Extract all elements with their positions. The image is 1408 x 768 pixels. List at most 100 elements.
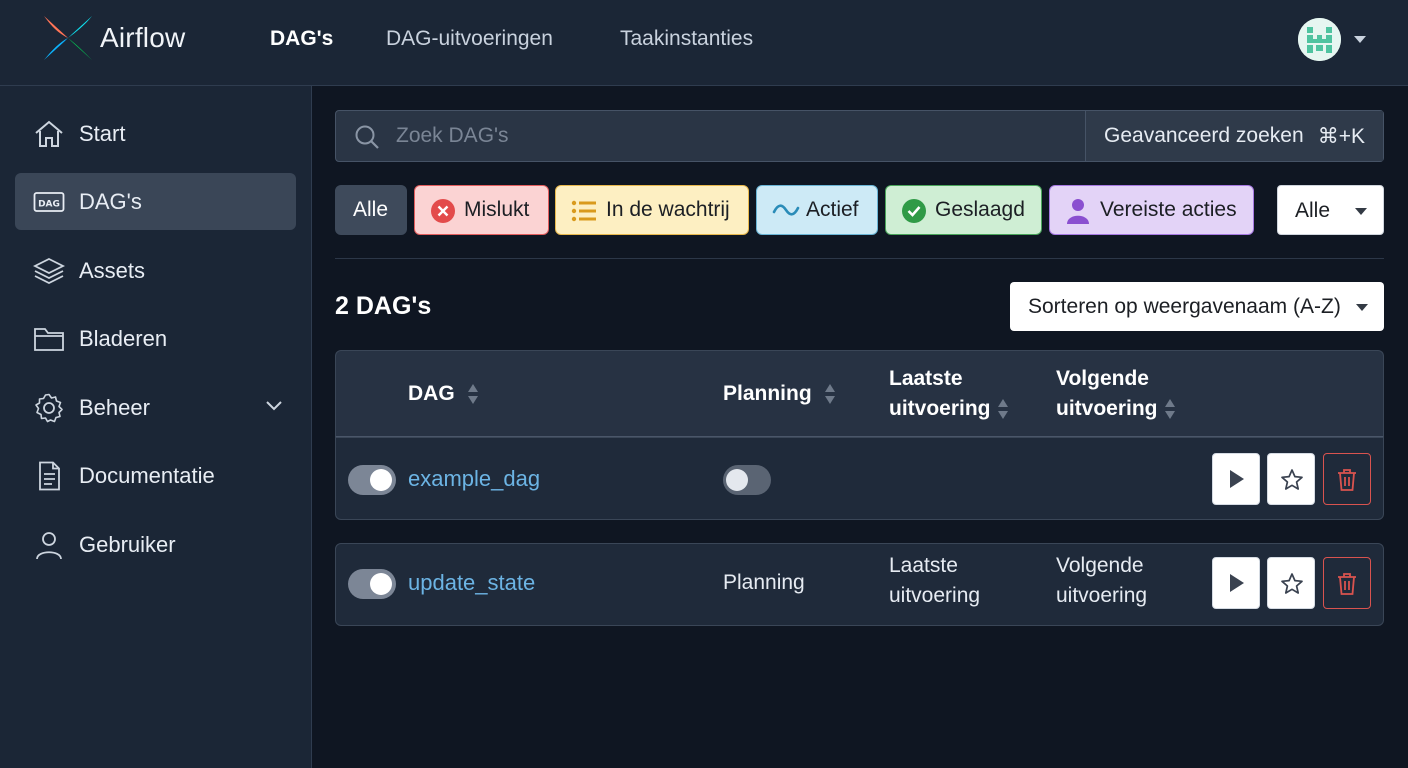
nav-task-instances[interactable]: Taakinstanties [620,27,753,51]
advanced-search-label: Geavanceerd zoeken [1104,124,1304,147]
play-icon [1230,574,1244,592]
trash-icon [1338,573,1356,595]
chevron-down-icon [1355,208,1367,215]
user-icon [36,532,62,560]
user-avatar-icon [1298,18,1341,61]
layers-icon [33,257,65,285]
user-avatar[interactable] [1298,18,1341,61]
dag-enable-toggle[interactable] [348,465,396,495]
sidebar-item-admin[interactable]: Beheer [15,379,296,436]
x-circle-icon [431,199,455,223]
sort-icon [467,384,478,405]
keyboard-shortcut: ⌘+K [1317,125,1365,148]
filter-chip-queued[interactable]: In de wachtrij [555,185,749,235]
filter-chip-label: Mislukt [464,198,530,221]
filter-chip-label: Vereiste acties [1100,198,1237,221]
column-header-last-run[interactable]: Laatste uitvoering [889,364,1009,424]
folder-icon [34,328,64,351]
dag-id-link[interactable]: example_dag [408,466,540,492]
sidebar-item-start[interactable]: Start [15,105,296,162]
filter-chip-label: Actief [806,198,859,221]
sidebar-item-browse[interactable]: Bladeren [15,310,296,367]
filter-chip-label: In de wachtrij [606,198,730,221]
chevron-down-icon[interactable] [1353,35,1367,44]
person-icon [1067,199,1089,224]
column-header-next-run[interactable]: Volgende uitvoering [1056,364,1176,424]
dag-enable-toggle[interactable] [348,569,396,599]
dag-id-link[interactable]: update_state [408,570,535,596]
filter-chip-all[interactable]: Alle [335,185,407,235]
airflow-logo-icon[interactable] [40,12,96,64]
filter-chip-label: Alle [353,198,389,221]
dag-count: 2 DAG's [335,292,432,320]
brand-name[interactable]: Airflow [100,22,185,54]
dag-icon: DAG [33,192,65,212]
schedule-cell: Planning [723,571,805,594]
sort-select-value: Sorteren op weergavenaam (A-Z) [1028,295,1341,318]
sidebar-item-docs[interactable]: Documentatie [15,447,296,504]
table-row: example_dag [335,437,1384,520]
favorite-button[interactable] [1267,453,1315,505]
sidebar-item-assets[interactable]: Assets [15,242,296,299]
nav-dags[interactable]: DAG's [270,27,333,51]
search-bar: Geavanceerd zoeken ⌘+K [335,110,1384,162]
trigger-dag-button[interactable] [1212,557,1260,609]
next-run-line: uitvoering [1056,584,1148,607]
table-row: update_state Planning Laatste uitvoering… [335,543,1384,626]
last-run-cell: Laatste uitvoering [889,551,980,611]
filter-chip-failed[interactable]: Mislukt [414,185,549,235]
filter-chip-label: Geslaagd [935,198,1025,221]
sort-select[interactable]: Sorteren op weergavenaam (A-Z) [1010,282,1384,331]
check-circle-icon [902,199,926,223]
favorite-button[interactable] [1267,557,1315,609]
gear-icon [35,393,63,423]
column-header-label: uitvoering [1056,397,1158,420]
trigger-dag-button[interactable] [1212,453,1260,505]
column-header-label: Planning [723,382,812,405]
sidebar: Start DAG DAG's Assets Bladeren Beheer D… [0,86,312,768]
column-header-label: Volgende [1056,367,1149,390]
sidebar-item-label: Documentatie [79,463,215,488]
delete-button[interactable] [1323,557,1371,609]
filter-chip-running[interactable]: Actief [756,185,878,235]
sidebar-item-dags[interactable]: DAG DAG's [15,173,296,230]
divider [335,258,1384,259]
sidebar-item-user[interactable]: Gebruiker [15,516,296,573]
search-input[interactable] [396,112,1076,160]
column-header-schedule[interactable]: Planning [723,379,836,409]
sidebar-item-label: Assets [79,258,146,283]
chevron-down-icon [1356,304,1368,311]
document-icon [39,461,60,491]
schedule-toggle[interactable] [723,465,771,495]
star-icon [1281,469,1303,490]
home-icon [35,120,63,147]
list-icon [571,200,596,222]
column-header-label: uitvoering [889,397,991,420]
star-icon [1281,573,1303,594]
play-icon [1230,470,1244,488]
filter-chip-success[interactable]: Geslaagd [885,185,1042,235]
sidebar-item-label: Beheer [79,395,150,420]
filter-select[interactable]: Alle [1277,185,1384,235]
column-header-dag[interactable]: DAG [408,379,479,409]
top-bar: Airflow DAG's DAG-uitvoeringen Taakinsta… [0,0,1408,86]
wave-icon [772,204,800,216]
filter-chip-required-actions[interactable]: Vereiste acties [1049,185,1254,235]
column-header-label: Laatste [889,367,963,390]
search-icon [355,125,379,149]
sort-icon [997,399,1008,420]
advanced-search-button[interactable]: Geavanceerd zoeken ⌘+K [1085,111,1383,161]
sidebar-item-label: DAG's [79,189,142,214]
last-run-line: Laatste [889,554,958,577]
nav-dag-runs[interactable]: DAG-uitvoeringen [386,27,553,51]
sort-icon [824,384,835,405]
table-header: DAG Planning Laatste uitvoering Volgende… [335,350,1384,438]
chevron-down-icon[interactable] [266,401,282,411]
sidebar-item-label: Gebruiker [79,532,176,557]
last-run-line: uitvoering [889,584,981,607]
sidebar-item-label: Bladeren [79,326,168,351]
delete-button[interactable] [1323,453,1371,505]
svg-text:DAG: DAG [38,200,60,210]
next-run-cell: Volgende uitvoering [1056,551,1147,611]
next-run-line: Volgende [1056,554,1144,577]
